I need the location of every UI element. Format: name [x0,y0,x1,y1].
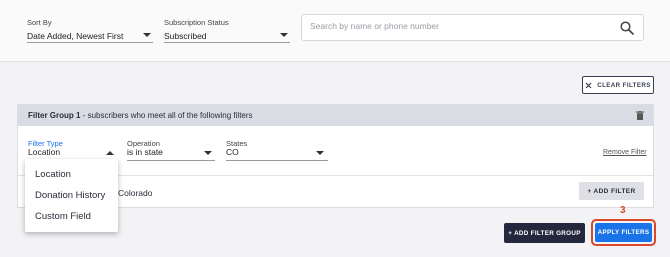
apply-filters-button[interactable]: APPLY FILTERS [595,223,652,242]
states-value: CO [226,147,239,157]
remove-filter-link[interactable]: Remove Filter [603,149,647,156]
chevron-down-icon [280,33,288,37]
subscription-status-value: Subscribed [164,31,207,41]
dropdown-option-donation-history[interactable]: Donation History [25,187,118,208]
operation-underline [127,160,215,161]
search-input[interactable] [310,21,610,31]
filter-type-value: Location [28,147,61,157]
top-filter-bar: Sort By Date Added, Newest First Subscri… [0,0,670,62]
close-icon [585,82,592,88]
add-filter-group-button[interactable]: + ADD FILTER GROUP [504,223,585,243]
search-icon[interactable] [620,21,634,35]
sort-by-underline [27,42,153,43]
chevron-down-icon [143,33,151,37]
filter-summary-text: Colorado [118,188,153,198]
subscription-status-label: Subscription Status [164,18,229,27]
filter-group-header: Filter Group 1 - subscribers who meet al… [18,105,653,126]
filter-type-dropdown: Location Donation History Custom Field [25,159,118,232]
chevron-up-icon [106,151,114,155]
dropdown-option-custom-field[interactable]: Custom Field [25,208,118,229]
clear-filters-label: CLEAR FILTERS [597,81,651,89]
trash-icon[interactable] [636,111,644,120]
clear-filters-button[interactable]: CLEAR FILTERS [582,76,654,94]
states-underline [226,160,328,161]
chevron-down-icon [316,151,324,155]
subscription-status-underline [164,42,290,43]
operation-value: is in state [127,147,163,157]
filter-group-title: Filter Group 1 - subscribers who meet al… [28,111,253,120]
search-box [301,14,644,41]
chevron-down-icon [204,151,212,155]
sort-by-label: Sort By [27,18,52,27]
add-filter-button[interactable]: + ADD FILTER [579,182,644,200]
dropdown-option-location[interactable]: Location [25,166,118,187]
step-marker: 3 [620,205,626,216]
sort-by-value: Date Added, Newest First [27,31,124,41]
